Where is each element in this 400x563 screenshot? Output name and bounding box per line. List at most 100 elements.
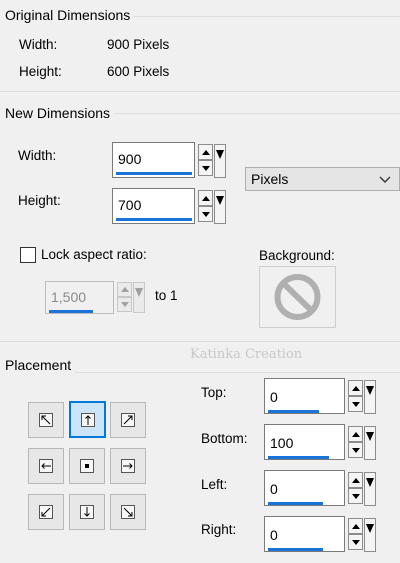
top-input[interactable]: 0 — [264, 378, 345, 414]
placement-group-line — [0, 341, 400, 342]
anchor-bottom-left-button[interactable] — [28, 494, 64, 530]
anchor-top-left-button[interactable] — [28, 402, 64, 438]
aspect-ratio-underline — [49, 310, 93, 313]
bottom-down-button[interactable] — [348, 442, 363, 458]
original-width-label: Width: — [19, 37, 58, 52]
chevron-down-icon — [366, 524, 374, 533]
original-height-label: Height: — [19, 64, 62, 79]
new-height-spinner[interactable]: 700 — [112, 188, 230, 224]
new-height-input[interactable]: 700 — [112, 188, 195, 224]
right-value: 0 — [270, 527, 278, 543]
bottom-input[interactable]: 100 — [264, 424, 345, 460]
arrow-down-icon — [84, 507, 90, 517]
left-dropdown-button[interactable] — [364, 472, 376, 506]
new-height-underline — [116, 218, 192, 221]
new-dims-title-line — [110, 113, 400, 114]
top-value: 0 — [270, 389, 278, 405]
original-width-value: 900 Pixels — [107, 37, 170, 52]
arrow-up-left-icon — [41, 415, 51, 425]
center-dot-icon — [85, 464, 89, 468]
chevron-down-icon — [379, 172, 391, 188]
anchor-bottom-center-button[interactable] — [69, 494, 105, 530]
chevron-down-icon — [366, 432, 374, 441]
left-value: 0 — [270, 481, 278, 497]
left-underline — [268, 502, 323, 505]
bottom-value: 100 — [270, 435, 294, 451]
new-dimensions-title: New Dimensions — [5, 105, 115, 121]
arrow-down-right-icon — [123, 507, 133, 517]
original-dimensions-title: Original Dimensions — [5, 7, 135, 23]
aspect-ratio-down-button[interactable] — [117, 297, 132, 312]
aspect-ratio-value: 1,500 — [51, 289, 87, 305]
right-up-button[interactable] — [348, 518, 363, 534]
lock-aspect-label: Lock aspect ratio: — [41, 247, 147, 262]
new-width-dropdown-button[interactable] — [214, 144, 226, 178]
bottom-underline — [268, 456, 329, 459]
anchor-top-right-button[interactable] — [110, 402, 146, 438]
background-swatch[interactable] — [259, 266, 336, 328]
arrow-up-right-icon — [123, 415, 133, 425]
background-label: Background: — [259, 248, 335, 263]
new-width-up-button[interactable] — [198, 144, 213, 160]
anchor-middle-left-button[interactable] — [28, 448, 64, 484]
arrow-right-icon — [123, 463, 133, 469]
aspect-ratio-suffix: to 1 — [155, 288, 178, 303]
new-width-spinner[interactable]: 900 — [112, 142, 230, 178]
left-input[interactable]: 0 — [264, 470, 345, 506]
new-width-underline — [116, 172, 192, 175]
units-value: Pixels — [251, 171, 289, 187]
aspect-ratio-input[interactable]: 1,500 — [45, 281, 114, 314]
original-group-line — [130, 16, 400, 17]
aspect-ratio-dropdown-button[interactable] — [133, 282, 145, 313]
top-label: Top: — [201, 385, 227, 400]
new-height-down-button[interactable] — [198, 206, 213, 222]
new-dims-group-line — [0, 91, 400, 92]
aspect-ratio-spinner[interactable]: 1,500 — [45, 281, 149, 314]
bottom-up-button[interactable] — [348, 426, 363, 442]
original-height-value: 600 Pixels — [107, 64, 170, 79]
top-down-button[interactable] — [348, 396, 363, 412]
anchor-center-button[interactable] — [69, 448, 105, 484]
no-color-icon — [274, 274, 321, 320]
aspect-ratio-up-button[interactable] — [117, 282, 132, 297]
left-label: Left: — [201, 477, 228, 492]
new-width-label: Width: — [18, 148, 57, 163]
new-width-down-button[interactable] — [198, 160, 213, 176]
right-dropdown-button[interactable] — [364, 518, 376, 552]
right-spinner[interactable]: 0 — [264, 516, 380, 552]
bottom-spinner[interactable]: 100 — [264, 424, 380, 460]
top-up-button[interactable] — [348, 380, 363, 396]
chevron-down-icon — [366, 478, 374, 487]
new-height-dropdown-button[interactable] — [214, 190, 226, 224]
bottom-label: Bottom: — [201, 431, 248, 446]
arrow-up-icon — [84, 414, 91, 425]
placement-title: Placement — [5, 357, 76, 373]
anchor-middle-right-button[interactable] — [110, 448, 146, 484]
placement-title-line — [74, 372, 400, 373]
chevron-down-icon — [135, 288, 143, 297]
left-spinner[interactable]: 0 — [264, 470, 380, 506]
arrow-down-left-icon — [41, 507, 51, 517]
top-underline — [268, 410, 319, 413]
chevron-down-icon — [216, 150, 224, 159]
right-label: Right: — [201, 522, 237, 537]
left-down-button[interactable] — [348, 488, 363, 504]
chevron-down-icon — [366, 386, 374, 395]
watermark-text: Katinka Creation — [190, 347, 303, 362]
units-select[interactable]: Pixels — [245, 167, 400, 191]
anchor-bottom-right-button[interactable] — [110, 494, 146, 530]
lock-aspect-checkbox[interactable] — [20, 247, 36, 263]
top-dropdown-button[interactable] — [364, 380, 376, 414]
right-underline — [268, 548, 323, 551]
left-up-button[interactable] — [348, 472, 363, 488]
new-width-input[interactable]: 900 — [112, 142, 195, 178]
bottom-dropdown-button[interactable] — [364, 426, 376, 460]
new-height-label: Height: — [18, 193, 61, 208]
right-down-button[interactable] — [348, 534, 363, 550]
arrow-left-icon — [41, 463, 51, 469]
new-height-up-button[interactable] — [198, 190, 213, 206]
chevron-down-icon — [216, 196, 224, 205]
right-input[interactable]: 0 — [264, 516, 345, 552]
anchor-top-center-button[interactable] — [69, 401, 106, 438]
top-spinner[interactable]: 0 — [264, 378, 380, 414]
